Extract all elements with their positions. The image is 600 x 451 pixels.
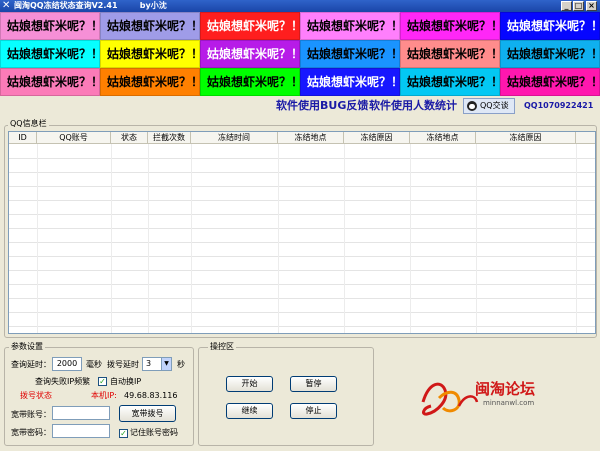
list-gridline — [9, 256, 595, 257]
list-gridline — [9, 270, 595, 271]
banner-ad-cell[interactable]: 姑娘想虾米呢？！ — [0, 12, 100, 40]
list-gridline — [9, 242, 595, 243]
list-column-line — [148, 144, 149, 333]
column-header[interactable]: 冻结原因 — [344, 132, 410, 144]
banner-ad-cell[interactable]: 姑娘想虾米呢？！ — [400, 68, 500, 96]
banner-ad-cell[interactable]: 姑娘想虾米呢？！ — [100, 40, 200, 68]
dial-status-label: 拨号状态 — [20, 391, 52, 400]
banner-ad-cell[interactable]: 姑娘想虾米呢？！ — [400, 12, 500, 40]
list-gridline — [9, 326, 595, 327]
maximize-button[interactable]: □ — [573, 1, 584, 11]
column-header[interactable]: 冻结原因 — [476, 132, 576, 144]
resume-button[interactable]: 继续 — [226, 403, 273, 419]
auto-ip-checkbox[interactable]: ✓ — [98, 377, 107, 386]
window-title: 闽淘QQ冻结状态查询V2.41 by小沈 — [14, 1, 167, 10]
bb-account-label: 宽带账号： — [11, 410, 51, 419]
ad-banner-grid: 姑娘想虾米呢？！ 姑娘想虾米呢？！ 姑娘想虾米呢？！ 姑娘想虾米呢？！ 姑娘想虾米呢？！… — [0, 12, 600, 96]
bb-password-label: 宽带密码： — [11, 428, 51, 437]
list-column-line — [111, 144, 112, 333]
column-header[interactable]: QQ账号 — [37, 132, 111, 144]
list-column-line — [191, 144, 192, 333]
banner-ad-cell[interactable]: 姑娘想虾米呢？！ — [500, 68, 600, 96]
list-header: ID QQ账号 状态 拦截次数 冻结时间 冻结地点 冻结原因 冻结地点 冻结原因 — [9, 132, 595, 144]
start-button[interactable]: 开始 — [226, 376, 273, 392]
params-label: 参数设置 — [9, 342, 45, 352]
list-column-line — [278, 144, 279, 333]
list-gridline — [9, 186, 595, 187]
banner-ad-cell[interactable]: 姑娘想虾米呢？！ — [100, 12, 200, 40]
query-delay-label: 查询延时： — [11, 360, 51, 369]
sec-unit-label: 秒 — [177, 360, 185, 369]
retry-fail-label: 查询失败IP频繁 — [35, 377, 91, 386]
banner-ad-cell[interactable]: 姑娘想虾米呢？！ — [200, 40, 300, 68]
list-gridline — [9, 158, 595, 159]
list-column-line — [410, 144, 411, 333]
banner-ad-cell[interactable]: 姑娘想虾米呢？！ — [500, 12, 600, 40]
banner-ad-cell[interactable]: 姑娘想虾米呢？！ — [0, 68, 100, 96]
banner-ad-cell[interactable]: 姑娘想虾米呢？！ — [400, 40, 500, 68]
banner-ad-cell[interactable]: 姑娘想虾米呢？！ — [200, 12, 300, 40]
dial-delay-label: 拨号延时 — [107, 360, 139, 369]
list-gridline — [9, 228, 595, 229]
app-icon: ✕ — [2, 0, 11, 11]
column-header[interactable]: ID — [9, 132, 37, 144]
remember-label[interactable]: 记住账号密码 — [130, 428, 178, 438]
list-gridline — [9, 200, 595, 201]
logo-title: 闽淘论坛 — [475, 380, 536, 398]
banner-ad-cell[interactable]: 姑娘想虾米呢？！ — [500, 40, 600, 68]
auto-ip-label[interactable]: 自动换IP — [110, 377, 141, 387]
list-column-line — [476, 144, 477, 333]
bug-feedback-link[interactable]: 软件使用BUG反馈 — [276, 99, 368, 113]
pause-button[interactable]: 暂停 — [290, 376, 337, 392]
stop-button[interactable]: 停止 — [290, 403, 337, 419]
remember-checkbox[interactable]: ✓ — [119, 429, 128, 438]
list-column-line — [37, 144, 38, 333]
ms-unit-label: 毫秒 — [86, 360, 102, 369]
list-column-line — [344, 144, 345, 333]
list-gridline — [9, 312, 595, 313]
banner-ad-cell[interactable]: 姑娘想虾米呢？！ — [300, 68, 400, 96]
dial-delay-value: 3 — [146, 359, 152, 368]
chevron-down-icon[interactable]: ▼ — [161, 358, 171, 370]
control-label: 操控区 — [208, 342, 236, 352]
banner-ad-cell[interactable]: 姑娘想虾米呢？！ — [0, 40, 100, 68]
query-delay-input[interactable]: 2000 — [52, 357, 82, 371]
column-header[interactable]: 拦截次数 — [148, 132, 191, 144]
local-ip-label: 本机IP: — [91, 391, 117, 400]
list-gridline — [9, 214, 595, 215]
forum-logo: 闽淘论坛 minnanwl.com — [419, 372, 549, 422]
dial-delay-select[interactable]: 3 ▼ — [142, 357, 172, 371]
dial-button[interactable]: 宽带拨号 — [119, 405, 176, 422]
list-gridline — [9, 298, 595, 299]
logo-url: minnanwl.com — [483, 399, 535, 407]
bb-account-input[interactable] — [52, 406, 110, 420]
minimize-button[interactable]: _ — [561, 1, 572, 11]
banner-ad-cell[interactable]: 姑娘想虾米呢？！ — [300, 12, 400, 40]
qq-info-label: QQ信息栏 — [8, 119, 49, 129]
column-header[interactable]: 冻结时间 — [191, 132, 278, 144]
qq-number: QQ1070922421 — [524, 101, 594, 110]
qq-chat-button[interactable]: QQ交谈 — [463, 98, 515, 114]
list-gridline — [9, 172, 595, 173]
local-ip-value: 49.68.83.116 — [124, 391, 178, 400]
title-bar: ✕ 闽淘QQ冻结状态查询V2.41 by小沈 _ □ × — [0, 0, 600, 12]
banner-ad-cell[interactable]: 姑娘想虾米呢？！ — [200, 68, 300, 96]
banner-ad-cell[interactable]: 姑娘想虾米呢？！ — [100, 68, 200, 96]
list-gridline — [9, 284, 595, 285]
qq-info-list[interactable]: ID QQ账号 状态 拦截次数 冻结时间 冻结地点 冻结原因 冻结地点 冻结原因 — [8, 131, 596, 334]
control-group — [198, 347, 374, 446]
column-header[interactable]: 冻结地点 — [278, 132, 344, 144]
close-button[interactable]: × — [586, 1, 597, 11]
user-stats-link[interactable]: 软件使用人数统计 — [369, 99, 457, 113]
list-column-line — [576, 144, 577, 333]
qq-chat-label: QQ交谈 — [480, 101, 509, 110]
qq-penguin-icon — [467, 101, 477, 111]
column-header[interactable]: 冻结地点 — [410, 132, 476, 144]
column-header[interactable]: 状态 — [111, 132, 148, 144]
bb-password-input[interactable] — [52, 424, 110, 438]
banner-ad-cell[interactable]: 姑娘想虾米呢？！ — [300, 40, 400, 68]
